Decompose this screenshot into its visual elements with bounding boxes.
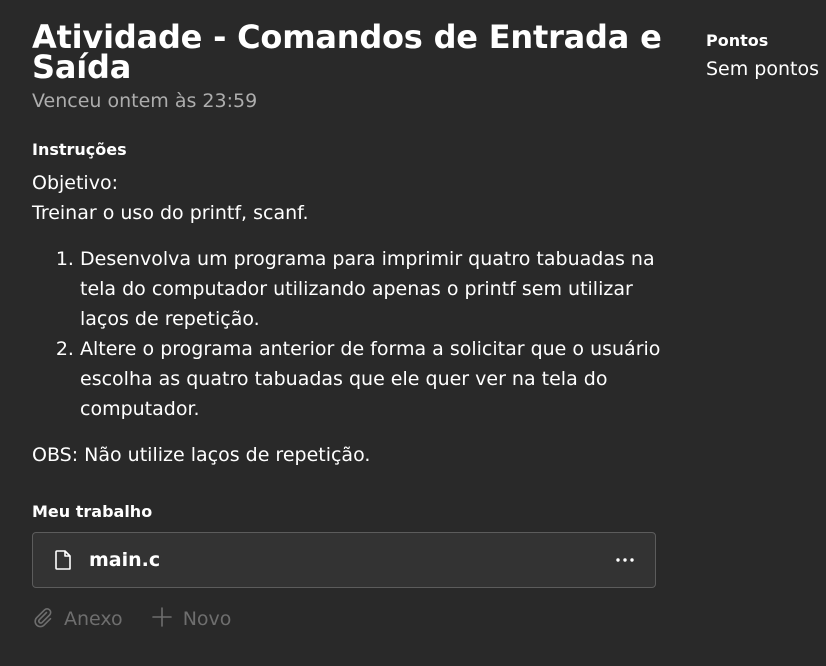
file-card-main-c[interactable]: main.c xyxy=(32,532,656,588)
objective-text: Treinar o uso do printf, scanf. xyxy=(32,202,309,224)
instruction-item-2: Altere o programa anterior de forma a so… xyxy=(80,334,672,424)
due-date: Venceu ontem às 23:59 xyxy=(32,90,258,112)
work-actions: Anexo Novo xyxy=(32,604,672,634)
file-icon xyxy=(53,549,73,571)
file-name[interactable]: main.c xyxy=(89,549,611,571)
instruction-item-1: Desenvolva um programa para imprimir qua… xyxy=(80,244,672,334)
points-label: Pontos xyxy=(706,31,769,50)
instructions-note: OBS: Não utilize laços de repetição. xyxy=(32,444,371,466)
paperclip-icon xyxy=(32,606,54,633)
plus-icon xyxy=(151,606,173,633)
new-button[interactable]: Novo xyxy=(151,606,232,633)
instructions-list: Desenvolva um programa para imprimir qua… xyxy=(32,244,672,424)
attach-button[interactable]: Anexo xyxy=(32,606,123,633)
my-work-label: Meu trabalho xyxy=(32,502,153,521)
instructions-label: Instruções xyxy=(32,140,127,159)
objective-label: Objetivo: xyxy=(32,172,118,194)
more-options-icon[interactable] xyxy=(611,546,639,574)
points-panel: Pontos Sem pontos xyxy=(706,31,826,81)
new-label: Novo xyxy=(182,608,232,630)
instructions-body: Objetivo: Treinar o uso do printf, scanf… xyxy=(32,168,672,470)
points-value: Sem pontos xyxy=(706,58,819,80)
assignment-page: Atividade - Comandos de Entrada e Saída … xyxy=(0,0,826,666)
assignment-main: Atividade - Comandos de Entrada e Saída … xyxy=(32,0,672,634)
assignment-title: Atividade - Comandos de Entrada e Saída xyxy=(32,18,662,86)
attach-label: Anexo xyxy=(64,608,123,630)
